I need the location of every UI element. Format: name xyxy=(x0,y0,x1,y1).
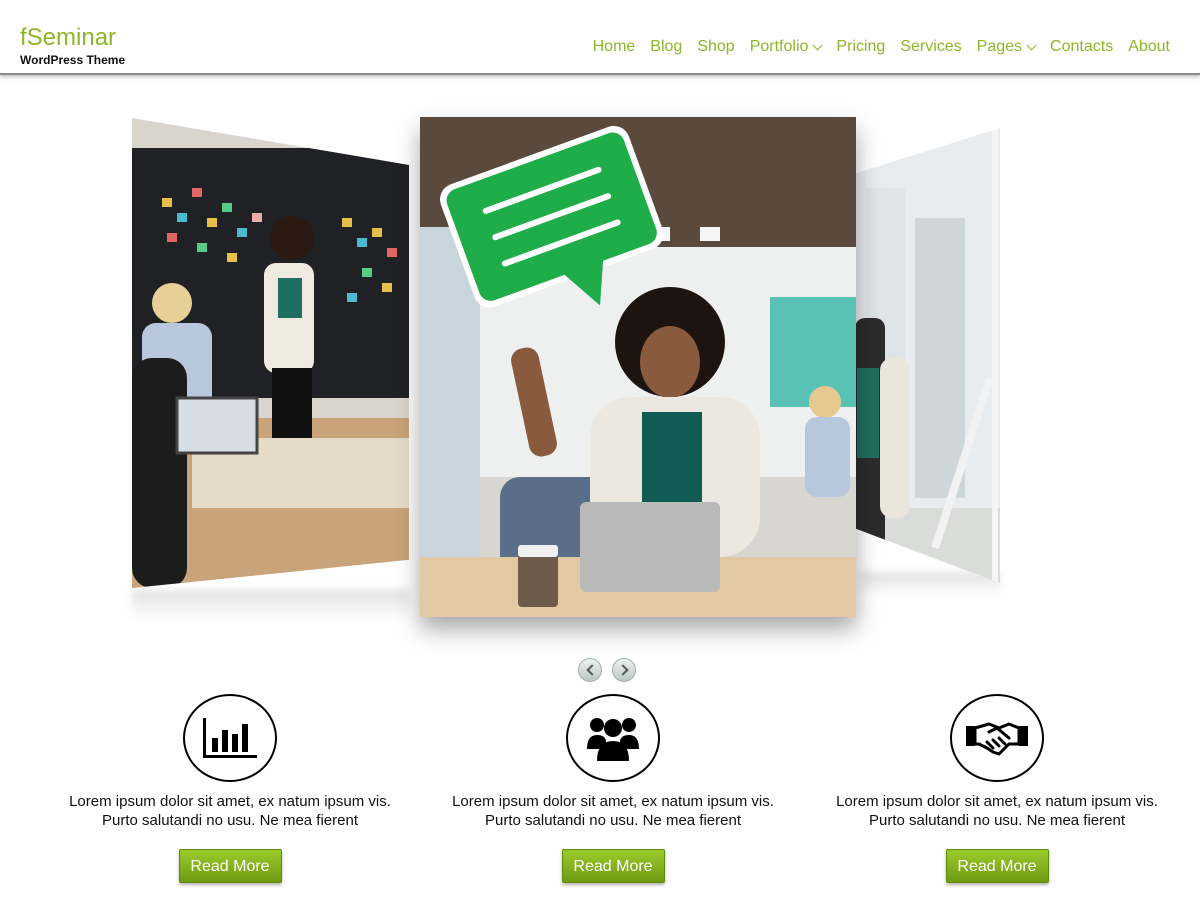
slide-city-photo[interactable] xyxy=(855,128,1000,583)
feature-text-line: Lorem ipsum dolor sit amet, ex natum ips… xyxy=(452,793,774,810)
site-header: fSeminar WordPress Theme Home Blog Shop … xyxy=(0,0,1200,75)
nav-item-shop[interactable]: Shop xyxy=(697,38,734,56)
chevron-left-icon xyxy=(586,664,598,676)
nav-label: About xyxy=(1128,38,1170,55)
carousel-prev-button[interactable] xyxy=(578,658,602,682)
feature-text-line: Purto salutandi no usu. Ne mea fierent xyxy=(102,812,358,829)
read-more-button[interactable]: Read More xyxy=(561,849,665,883)
feature-text-line: Lorem ipsum dolor sit amet, ex natum ips… xyxy=(69,793,391,810)
slide-active-photo[interactable] xyxy=(420,117,856,617)
nav-item-blog[interactable]: Blog xyxy=(650,38,682,56)
features-section: Lorem ipsum dolor sit amet, ex natum ips… xyxy=(40,688,1180,900)
feature-text-line: Purto salutandi no usu. Ne mea fierent xyxy=(485,812,741,829)
carousel-next-button[interactable] xyxy=(612,658,636,682)
feature-text: Lorem ipsum dolor sit amet, ex natum ips… xyxy=(423,792,803,830)
meeting-photo xyxy=(132,118,409,588)
site-title[interactable]: fSeminar xyxy=(20,26,116,50)
nav-label: Pricing xyxy=(836,38,886,55)
nav-item-contacts[interactable]: Contacts xyxy=(1050,38,1113,56)
feature-text: Lorem ipsum dolor sit amet, ex natum ips… xyxy=(807,792,1187,830)
feature-item: Lorem ipsum dolor sit amet, ex natum ips… xyxy=(423,688,803,883)
nav-label: Home xyxy=(592,38,636,55)
nav-label: Contacts xyxy=(1050,38,1114,55)
nav-label: Blog xyxy=(650,38,683,55)
city-street-photo xyxy=(855,128,1000,583)
feature-item: Lorem ipsum dolor sit amet, ex natum ips… xyxy=(40,688,420,883)
nav-item-about[interactable]: About xyxy=(1128,38,1170,56)
feature-text-line: Lorem ipsum dolor sit amet, ex natum ips… xyxy=(836,793,1158,810)
woman-with-chat-bubble-photo xyxy=(420,117,856,617)
feature-text-line: Purto salutandi no usu. Ne mea fierent xyxy=(869,812,1125,829)
bar-chart-icon xyxy=(203,718,257,758)
nav-item-portfolio[interactable]: Portfolio xyxy=(749,38,823,56)
feature-icon-circle xyxy=(183,694,277,782)
image-carousel xyxy=(0,90,1200,650)
slide-shadow xyxy=(860,572,1000,596)
carousel-controls xyxy=(578,658,646,682)
main-nav: Home Blog Shop Portfolio Pricing Service… xyxy=(578,38,1170,56)
nav-item-pricing[interactable]: Pricing xyxy=(836,38,885,56)
feature-text: Lorem ipsum dolor sit amet, ex natum ips… xyxy=(40,792,420,830)
nav-label: Pages xyxy=(976,38,1023,55)
site-subtitle: WordPress Theme xyxy=(20,53,126,67)
feature-item: Lorem ipsum dolor sit amet, ex natum ips… xyxy=(807,688,1187,883)
nav-label: Services xyxy=(900,38,962,55)
nav-item-services[interactable]: Services xyxy=(900,38,961,56)
chevron-down-icon xyxy=(812,40,823,51)
users-group-icon xyxy=(587,718,639,761)
nav-item-pages[interactable]: Pages xyxy=(976,38,1037,56)
nav-label: Portfolio xyxy=(749,38,809,55)
nav-label: Shop xyxy=(697,38,735,55)
read-more-button[interactable]: Read More xyxy=(945,849,1049,883)
read-more-button[interactable]: Read More xyxy=(178,849,282,883)
handshake-icon xyxy=(966,722,1028,756)
nav-item-home[interactable]: Home xyxy=(593,38,636,56)
slide-meeting-photo[interactable] xyxy=(132,118,409,588)
feature-icon-circle xyxy=(950,694,1044,782)
feature-icon-circle xyxy=(566,694,660,782)
chevron-right-icon xyxy=(617,664,629,676)
chevron-down-icon xyxy=(1026,40,1037,51)
slide-shadow xyxy=(132,590,409,620)
